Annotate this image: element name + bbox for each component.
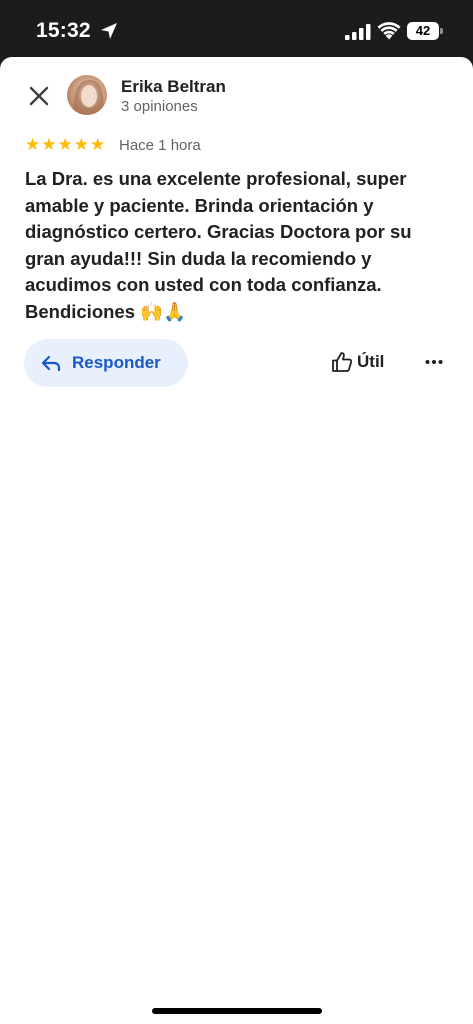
close-button[interactable] xyxy=(24,81,54,111)
cellular-signal-icon xyxy=(345,24,371,40)
home-indicator[interactable] xyxy=(152,1008,322,1014)
more-horizontal-icon xyxy=(425,360,443,364)
review-text: La Dra. es una excelente profesional, su… xyxy=(25,168,412,322)
reply-arrow-icon xyxy=(41,355,61,372)
battery-indicator: 42 xyxy=(407,22,443,40)
useful-button[interactable]: Útil xyxy=(331,349,384,375)
review-sheet: Erika Beltran 3 opiniones ★ ★ ★ ★ ★ Hace… xyxy=(0,57,473,1024)
thumbs-up-icon xyxy=(332,352,353,372)
wifi-icon xyxy=(377,22,401,40)
star-icon: ★ xyxy=(25,135,41,154)
reply-button-label: Responder xyxy=(72,353,161,372)
close-icon xyxy=(29,86,49,106)
status-bar: 15:32 42 xyxy=(0,0,473,58)
status-time: 15:32 xyxy=(36,19,91,42)
star-icon: ★ xyxy=(73,135,89,154)
avatar[interactable] xyxy=(67,75,107,115)
star-icon: ★ xyxy=(90,135,106,154)
battery-cap xyxy=(440,28,443,34)
useful-button-label: Útil xyxy=(357,352,385,371)
author-name[interactable]: Erika Beltran xyxy=(121,77,226,97)
author-review-count: 3 opiniones xyxy=(121,98,198,115)
reply-button[interactable]: Responder xyxy=(24,339,188,387)
battery-level: 42 xyxy=(407,22,439,40)
location-arrow-icon xyxy=(101,23,117,39)
star-icon: ★ xyxy=(41,135,57,154)
more-options-button[interactable] xyxy=(420,349,448,375)
review-timestamp: Hace 1 hora xyxy=(119,137,201,154)
star-icon: ★ xyxy=(57,135,73,154)
avatar-photo xyxy=(73,80,104,115)
star-rating: ★ ★ ★ ★ ★ xyxy=(25,135,105,155)
